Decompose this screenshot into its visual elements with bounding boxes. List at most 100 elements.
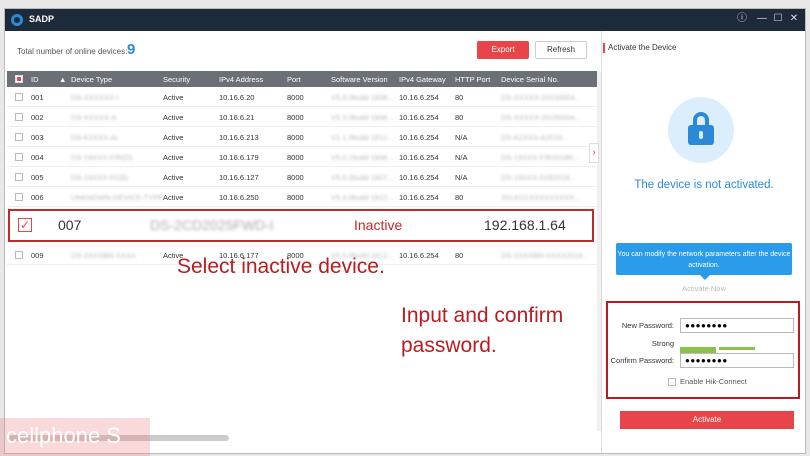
- cell-id: 004: [31, 153, 44, 162]
- hl-id: 007: [58, 217, 82, 233]
- close-button[interactable]: ✕: [787, 12, 801, 26]
- cell-type: DS-XXXXXX-I: [71, 93, 119, 102]
- row-checkbox[interactable]: [15, 113, 23, 121]
- export-button[interactable]: Export: [477, 41, 529, 59]
- confirm-password-field[interactable]: ●●●●●●●●: [680, 353, 794, 368]
- select-all-checkbox[interactable]: [15, 75, 23, 83]
- annotation-select: Select inactive device.: [177, 255, 385, 278]
- cell-http: 80: [455, 113, 464, 122]
- refresh-button[interactable]: Refresh: [535, 41, 587, 59]
- cell-ip: 10.16.6.127: [219, 173, 259, 182]
- window-title: SADP: [29, 14, 55, 24]
- table-row[interactable]: 005 DS-19XXX-01(B) Active 10.16.6.127 8000 V5…: [7, 167, 597, 187]
- strength-meter: [680, 347, 796, 353]
- col-ipv4[interactable]: IPv4 Address: [219, 75, 263, 84]
- cell-type: DS-19XXX-F/R(D): [71, 153, 133, 162]
- cell-serial: DS-2XXXBN-XXXX2018...: [501, 251, 589, 260]
- cell-http: 80: [455, 251, 464, 260]
- cell-port: 8000: [287, 133, 304, 142]
- table-header: ID ▲ Device Type Security IPv4 Address P…: [7, 71, 597, 87]
- new-password-field[interactable]: ●●●●●●●●: [680, 318, 794, 333]
- cell-http: 80: [455, 193, 464, 202]
- minimize-button[interactable]: —: [755, 12, 769, 26]
- col-security[interactable]: Security: [163, 75, 190, 84]
- cell-http: N/A: [455, 133, 468, 142]
- activate-now-link[interactable]: Activate Now: [602, 284, 806, 293]
- panel-title: Activate the Device: [602, 43, 677, 53]
- row-checkbox[interactable]: [15, 173, 23, 181]
- lock-icon: [668, 97, 734, 163]
- hl-security-status: Inactive: [354, 217, 403, 233]
- table-row[interactable]: 001 DS-XXXXXX-I Active 10.16.6.20 8000 V5.3.0…: [7, 87, 597, 107]
- cell-port: 8000: [287, 113, 304, 122]
- cell-serial: DS-XXXXX-20150004...: [501, 113, 582, 122]
- highlighted-inactive-row[interactable]: ✓ 007 DS-2CD2025FWD-I Inactive 192.168.1…: [8, 209, 594, 242]
- cell-gw: 10.16.6.254: [399, 153, 439, 162]
- activation-status: The device is not activated.: [634, 179, 774, 191]
- password-box: New Password: ●●●●●●●● Strong Confirm Pa…: [606, 301, 800, 399]
- hik-connect-checkbox[interactable]: [668, 378, 676, 387]
- cell-sw: V5.3.0build 1808...: [331, 93, 394, 102]
- cell-serial: DS-K2XXX-A2018...: [501, 133, 569, 142]
- cell-security: Active: [163, 133, 184, 142]
- cell-id: 001: [31, 93, 44, 102]
- cell-gw: 10.16.6.254: [399, 251, 439, 260]
- cell-id: 009: [31, 251, 44, 260]
- col-ipv4-gateway[interactable]: IPv4 Gateway: [399, 75, 446, 84]
- cell-type: UNKNOWN-DEVICE-TYPE: [71, 193, 164, 202]
- watermark-logo: cellphone S: [0, 418, 150, 456]
- cell-serial: DS-19XXX-F/R20180...: [501, 153, 579, 162]
- title-bar: SADP ⓘ — ☐ ✕: [5, 9, 805, 31]
- info-icon[interactable]: ⓘ: [735, 12, 749, 26]
- cell-ip: 10.16.6.213: [219, 133, 259, 142]
- row-checkbox-checked[interactable]: ✓: [18, 218, 32, 232]
- table-row[interactable]: 003 DS-K2XXX-AI Active 10.16.6.213 8000 V1.1.…: [7, 127, 597, 147]
- cell-id: 005: [31, 173, 44, 182]
- col-http-port[interactable]: HTTP Port: [455, 75, 490, 84]
- activate-button[interactable]: Activate: [620, 411, 794, 429]
- cell-security: Active: [163, 93, 184, 102]
- strength-label: Strong: [651, 339, 674, 348]
- col-port[interactable]: Port: [287, 75, 301, 84]
- hl-device-type: DS-2CD2025FWD-I: [150, 217, 274, 233]
- toolbar: Total number of online devices: 9 Export…: [5, 31, 597, 71]
- col-software-version[interactable]: Software Version: [331, 75, 388, 84]
- cell-serial: DS-19XXX-01B2018...: [501, 173, 577, 182]
- maximize-button[interactable]: ☐: [771, 12, 785, 26]
- cell-port: 8000: [287, 173, 304, 182]
- col-device-type[interactable]: Device Type: [71, 75, 112, 84]
- hik-connect-option[interactable]: Enable Hik-Connect: [668, 377, 747, 387]
- activation-panel: Activate the Device The device is not ac…: [601, 31, 805, 453]
- row-checkbox[interactable]: [15, 251, 23, 259]
- row-checkbox[interactable]: [15, 133, 23, 141]
- cell-id: 006: [31, 193, 44, 202]
- cell-id: 002: [31, 113, 44, 122]
- table-row[interactable]: 006 UNKNOWN-DEVICE-TYPE Active 10.16.6.250 8…: [7, 187, 597, 207]
- cell-security: Active: [163, 173, 184, 182]
- row-checkbox[interactable]: [15, 153, 23, 161]
- cell-serial: DS-XXXXX-20150004...: [501, 93, 582, 102]
- hl-ipv4: 192.168.1.64: [484, 217, 566, 233]
- cell-sw: V5.0.2build 1807...: [331, 173, 394, 182]
- cell-sw: V1.1.0build 1812...: [331, 133, 394, 142]
- cell-sw: V5.0.1build 1808...: [331, 153, 394, 162]
- cell-http: N/A: [455, 153, 468, 162]
- table-row[interactable]: 002 DS-XXXXX-A Active 10.16.6.21 8000 V5.3.0b…: [7, 107, 597, 127]
- cell-http: N/A: [455, 173, 468, 182]
- table-row[interactable]: 004 DS-19XXX-F/R(D) Active 10.16.6.179 8000 V…: [7, 147, 597, 167]
- new-password-label: New Password:: [621, 321, 674, 330]
- total-devices-label: Total number of online devices:: [17, 47, 128, 56]
- cell-gw: 10.16.6.254: [399, 93, 439, 102]
- cell-type: DS-XXXXX-A: [71, 113, 117, 122]
- row-checkbox[interactable]: [15, 193, 23, 201]
- chevron-right-icon[interactable]: ›: [589, 143, 599, 163]
- row-checkbox[interactable]: [15, 93, 23, 101]
- col-id[interactable]: ID: [31, 75, 39, 84]
- cell-security: Active: [163, 113, 184, 122]
- cell-ip: 10.16.6.21: [219, 113, 255, 122]
- cell-port: 8000: [287, 153, 304, 162]
- sort-arrow-icon: ▲: [59, 75, 67, 84]
- cell-port: 8000: [287, 193, 304, 202]
- col-serial[interactable]: Device Serial No.: [501, 75, 559, 84]
- total-devices-count: 9: [127, 41, 136, 58]
